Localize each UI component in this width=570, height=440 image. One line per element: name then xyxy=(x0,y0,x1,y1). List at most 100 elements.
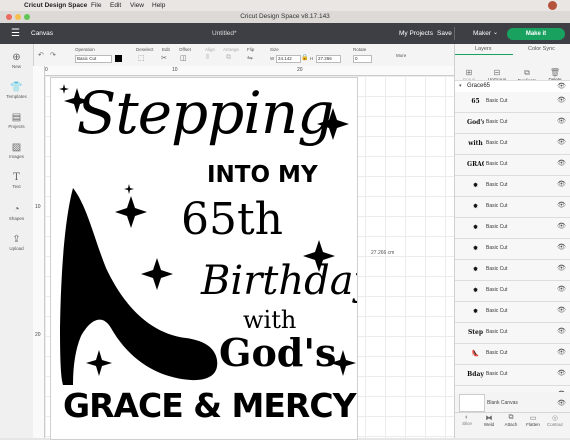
sidebar-item-text[interactable]: T Text xyxy=(0,172,33,189)
eye-icon[interactable]: 👁 xyxy=(557,82,566,90)
chevron-down-icon[interactable]: ⌄ xyxy=(493,29,498,36)
sidebar-item-shapes[interactable]: ◔ Shapes xyxy=(0,204,33,221)
layer-row[interactable]: MYBasic Cut👁 xyxy=(455,386,570,392)
layer-row[interactable]: Bday Basic Cut 👁 xyxy=(455,365,570,386)
redo-icon[interactable]: ↷ xyxy=(50,51,56,59)
sidebar-item-projects[interactable]: ▤ Projects xyxy=(0,112,33,129)
layer-operation-label: Basic Cut xyxy=(486,140,508,146)
menu-view[interactable]: View xyxy=(130,2,144,9)
flip-icon[interactable]: ⇋ xyxy=(247,54,253,62)
layer-row[interactable]: Step Basic Cut 👁 xyxy=(455,323,570,344)
rotate-label: Rotate xyxy=(353,47,367,52)
layer-operation-label: Basic Cut xyxy=(486,266,508,272)
layer-thumbnail: Bday xyxy=(467,371,484,378)
layer-row[interactable]: with Basic Cut 👁 xyxy=(455,134,570,155)
contour-button[interactable]: ◎ Contour xyxy=(545,414,565,427)
eye-icon[interactable]: 👁 xyxy=(557,117,566,125)
eye-icon[interactable]: 👁 xyxy=(557,327,566,335)
eye-icon[interactable]: 👁 xyxy=(557,306,566,314)
color-swatch[interactable] xyxy=(115,55,122,62)
menu-help[interactable]: Help xyxy=(152,2,165,9)
sidebar-item-templates[interactable]: 👕 Templates xyxy=(0,82,33,99)
eye-icon[interactable]: 👁 xyxy=(557,399,566,407)
layer-row[interactable]: ✸ Basic Cut 👁 xyxy=(455,302,570,323)
app-menu[interactable]: Cricut Design Space xyxy=(24,2,87,9)
flatten-button[interactable]: ▭ Flatten xyxy=(523,414,543,427)
eye-icon[interactable]: 👁 xyxy=(557,138,566,146)
offset-label: Offset xyxy=(179,47,191,52)
layer-row[interactable]: ✸ Basic Cut 👁 xyxy=(455,176,570,197)
lock-icon[interactable]: 🔒 xyxy=(301,54,308,61)
undo-icon[interactable]: ↶ xyxy=(38,51,44,59)
eye-icon[interactable]: 👁 xyxy=(557,243,566,251)
close-window-button[interactable] xyxy=(6,14,12,20)
zoom-window-button[interactable] xyxy=(24,14,30,20)
make-it-button[interactable]: Make it xyxy=(507,28,565,40)
layer-row[interactable]: ✸ Basic Cut 👁 xyxy=(455,281,570,302)
eye-icon[interactable]: 👁 xyxy=(557,285,566,293)
align-icon[interactable]: ⫴ xyxy=(206,54,209,62)
height-label: H xyxy=(310,56,314,61)
tab-color-sync[interactable]: Color Sync xyxy=(528,46,555,52)
save-button[interactable]: Save xyxy=(437,30,452,37)
ruler-tick: 10 xyxy=(35,204,41,210)
layer-row[interactable]: ✸ Basic Cut 👁 xyxy=(455,260,570,281)
layer-row[interactable]: God's Basic Cut 👁 xyxy=(455,113,570,134)
design-text-birthday: Birthday xyxy=(201,258,357,304)
layer-row[interactable]: ✸ Basic Cut 👁 xyxy=(455,218,570,239)
more-menu[interactable]: More xyxy=(396,53,406,58)
deselect-icon[interactable]: ⬚ xyxy=(138,54,145,62)
eye-icon[interactable]: 👁 xyxy=(557,159,566,167)
panel-divider xyxy=(455,412,570,413)
layer-row[interactable]: ✸ Basic Cut 👁 xyxy=(455,197,570,218)
menu-file[interactable]: File xyxy=(91,2,101,9)
upload-icon: ⇪ xyxy=(12,234,21,245)
blank-canvas-swatch[interactable] xyxy=(459,394,485,412)
edit-icon[interactable]: ✂ xyxy=(161,54,167,62)
ruler-tick: 20 xyxy=(35,332,41,338)
layer-row[interactable]: GRACEBasic Cut 👁 xyxy=(455,155,570,176)
deselect-label: Deselect xyxy=(136,47,154,52)
eye-icon[interactable]: 👁 xyxy=(557,390,566,392)
ruler-tick: 10 xyxy=(172,67,178,73)
attach-button[interactable]: ⧉ Attach xyxy=(501,414,521,427)
weld-button[interactable]: ⧓ Weld xyxy=(479,414,499,427)
layer-thumbnail: GRACE xyxy=(467,161,484,168)
layer-list: 65 Basic Cut 👁 God's Basic Cut 👁 with Basic Cut… xyxy=(455,92,570,392)
eye-icon[interactable]: 👁 xyxy=(557,201,566,209)
eye-icon[interactable]: 👁 xyxy=(557,369,566,377)
width-input[interactable]: 24.142 xyxy=(276,55,301,63)
tab-layers[interactable]: Layers xyxy=(475,46,492,52)
minimize-window-button[interactable] xyxy=(15,14,21,20)
rotate-input[interactable]: 0 xyxy=(353,55,372,63)
hamburger-menu-icon[interactable]: ☰ xyxy=(11,28,20,39)
design-text-into-my: INTO MY xyxy=(207,162,318,188)
layer-thumbnail: MY xyxy=(467,390,484,392)
layer-thumbnail: with xyxy=(468,140,483,147)
eye-icon[interactable]: 👁 xyxy=(557,348,566,356)
eye-icon[interactable]: 👁 xyxy=(557,180,566,188)
eye-icon[interactable]: 👁 xyxy=(557,264,566,272)
sidebar-item-upload[interactable]: ⇪ Upload xyxy=(0,234,33,251)
images-icon: ▨ xyxy=(11,142,22,153)
operation-select[interactable]: Basic Cut xyxy=(75,55,112,63)
layer-operation-label: Basic Cut xyxy=(486,98,508,104)
arrange-icon[interactable]: ⧉ xyxy=(226,54,231,62)
layer-row[interactable]: 👠 Basic Cut 👁 xyxy=(455,344,570,365)
menu-edit[interactable]: Edit xyxy=(110,2,121,9)
duplicate-icon: ⧉ xyxy=(524,68,530,77)
layer-row[interactable]: ✸ Basic Cut 👁 xyxy=(455,239,570,260)
avatar[interactable] xyxy=(548,1,557,10)
sidebar-item-images[interactable]: ▨ Images xyxy=(0,142,33,159)
height-input[interactable]: 27.266 xyxy=(316,55,341,63)
sidebar-item-new[interactable]: ⊕ New xyxy=(0,52,33,69)
layer-row[interactable]: 65 Basic Cut 👁 xyxy=(455,92,570,113)
slice-button[interactable]: ◐ Slice xyxy=(457,414,477,426)
eye-icon[interactable]: 👁 xyxy=(557,96,566,104)
machine-select[interactable]: Maker xyxy=(473,30,491,37)
design-artwork[interactable]: Stepping INTO MY 65th Birthday with God'… xyxy=(50,77,358,440)
offset-icon[interactable]: ◫ xyxy=(180,54,187,62)
my-projects-link[interactable]: My Projects xyxy=(399,30,433,37)
chevron-down-icon[interactable]: ▾ xyxy=(459,83,462,89)
eye-icon[interactable]: 👁 xyxy=(557,222,566,230)
